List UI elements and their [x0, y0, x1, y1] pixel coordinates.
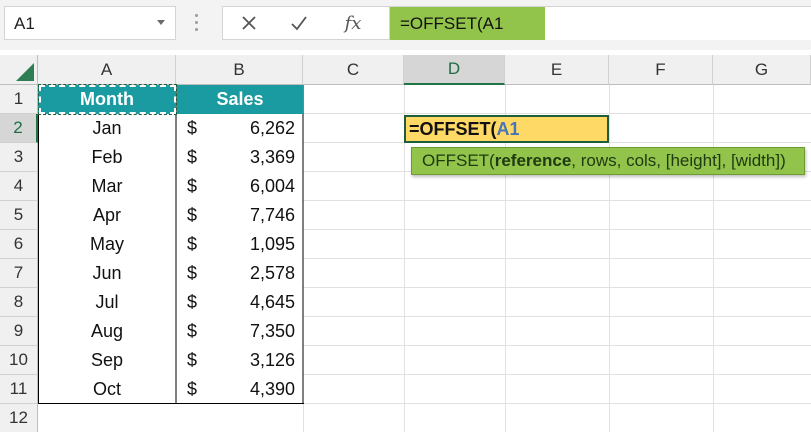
active-cell-editor[interactable]: =OFFSET(A1	[404, 115, 609, 143]
tooltip-bold-argument: reference	[494, 151, 572, 170]
currency-symbol: $	[187, 118, 198, 138]
gridline	[303, 229, 811, 230]
row-header-11[interactable]: 11	[0, 375, 38, 404]
gridline	[303, 287, 811, 288]
column-header-a[interactable]: A	[38, 55, 176, 85]
currency-symbol: $	[187, 176, 198, 196]
select-all-button[interactable]	[0, 55, 38, 85]
tooltip-rest: , rows, cols, [height], [width])	[571, 151, 786, 170]
column-header-g[interactable]: G	[713, 55, 811, 85]
row-header-3[interactable]: 3	[0, 143, 38, 172]
currency-symbol: $	[187, 263, 198, 283]
row-header-9[interactable]: 9	[0, 317, 38, 346]
month-cell[interactable]: Aug	[38, 317, 176, 346]
currency-symbol: $	[187, 379, 198, 399]
gridline	[303, 200, 811, 201]
currency-symbol: $	[187, 205, 198, 225]
row-header-12[interactable]: 12	[0, 404, 38, 432]
currency-symbol: $	[187, 147, 198, 167]
check-icon[interactable]	[279, 7, 319, 39]
column-header-c[interactable]: C	[303, 55, 404, 85]
row-header-2[interactable]: 2	[0, 114, 38, 143]
sales-cell[interactable]: 4,645	[217, 288, 303, 317]
column-header-b[interactable]: B	[176, 55, 303, 85]
sales-cell[interactable]: 6,262	[217, 114, 303, 143]
header-cell-sales[interactable]: Sales	[177, 85, 303, 114]
name-box[interactable]: A1	[4, 6, 176, 40]
gridline	[303, 316, 811, 317]
tooltip-function: OFFSET(	[422, 151, 495, 170]
formula-input[interactable]: =OFFSET(A1	[390, 6, 811, 40]
sales-cell[interactable]: 6,004	[217, 172, 303, 201]
row-header-1[interactable]: 1	[0, 85, 38, 114]
chevron-down-icon[interactable]	[157, 20, 165, 25]
sales-cell[interactable]: 7,746	[217, 201, 303, 230]
select-all-triangle-icon	[16, 63, 34, 81]
worksheet-grid[interactable]: A B C D E F G 1 2 3 4 5 6 7 8 9 10 11 12…	[0, 55, 811, 432]
fx-label: fx	[344, 12, 362, 34]
drag-handle-icon[interactable]	[195, 14, 198, 34]
gridline	[303, 345, 811, 346]
sales-cell[interactable]: 2,578	[217, 259, 303, 288]
formula-prefix: =OFFSET(	[409, 119, 497, 139]
sales-cell[interactable]: 7,350	[217, 317, 303, 346]
currency-symbol: $	[187, 292, 198, 312]
currency-symbol: $	[187, 350, 198, 370]
formula-text: =OFFSET(A1	[390, 7, 545, 40]
row-header-8[interactable]: 8	[0, 288, 38, 317]
currency-symbol: $	[187, 234, 198, 254]
formula-bar-area: A1 fx =OFFSET(A1	[0, 0, 811, 50]
column-header-d[interactable]: D	[404, 55, 505, 85]
sales-cell[interactable]: 3,369	[217, 143, 303, 172]
gridline	[303, 374, 811, 375]
insert-function-button[interactable]: fx	[333, 7, 373, 39]
month-cell[interactable]: Sep	[38, 346, 176, 375]
month-cell[interactable]: Jun	[38, 259, 176, 288]
month-cell[interactable]: Oct	[38, 375, 176, 404]
column-header-e[interactable]: E	[505, 55, 609, 85]
sales-cell[interactable]: 3,126	[217, 346, 303, 375]
row-header-4[interactable]: 4	[0, 172, 38, 201]
month-cell[interactable]: Jul	[38, 288, 176, 317]
month-cell[interactable]: Jan	[38, 114, 176, 143]
gridline	[303, 113, 811, 114]
sales-cell[interactable]: 4,390	[217, 375, 303, 404]
header-cell-month[interactable]: Month	[38, 85, 176, 114]
row-header-5[interactable]: 5	[0, 201, 38, 230]
formula-reference: A1	[496, 119, 520, 139]
name-box-value: A1	[14, 14, 35, 33]
month-cell[interactable]: May	[38, 230, 176, 259]
month-cell[interactable]: Mar	[38, 172, 176, 201]
row-header-10[interactable]: 10	[0, 346, 38, 375]
row-header-7[interactable]: 7	[0, 259, 38, 288]
currency-symbol: $	[187, 321, 198, 341]
gridline	[303, 404, 304, 432]
sales-cell[interactable]: 1,095	[217, 230, 303, 259]
row-header-6[interactable]: 6	[0, 230, 38, 259]
month-cell[interactable]: Feb	[38, 143, 176, 172]
column-header-f[interactable]: F	[609, 55, 713, 85]
function-tooltip[interactable]: OFFSET(reference, rows, cols, [height], …	[411, 147, 805, 175]
formula-buttons: fx	[222, 6, 390, 40]
month-cell[interactable]: Apr	[38, 201, 176, 230]
close-icon[interactable]	[229, 7, 269, 39]
gridline	[303, 258, 811, 259]
